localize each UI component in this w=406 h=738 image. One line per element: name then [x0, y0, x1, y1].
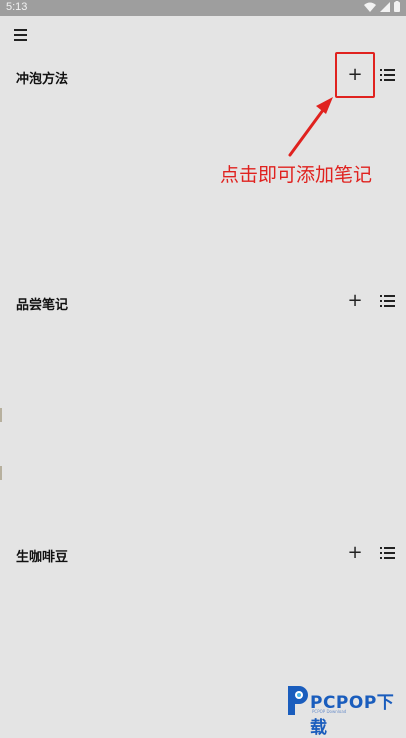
list-icon[interactable] — [380, 295, 396, 307]
edge-mark — [0, 466, 2, 480]
section-title: 品尝笔记 — [16, 298, 69, 313]
annotation-text: 点击即可添加笔记 — [220, 164, 373, 186]
pcpop-logo-icon — [288, 686, 308, 715]
plus-icon[interactable]: + — [345, 290, 365, 312]
section-title: 生咖啡豆 — [16, 550, 69, 565]
watermark-logo: PCPOP下载 PCPOP Download — [282, 683, 406, 738]
list-icon[interactable] — [380, 547, 396, 559]
watermark-subtext: PCPOP Download — [312, 709, 347, 714]
plus-icon[interactable]: + — [345, 542, 365, 564]
edge-mark — [0, 408, 2, 422]
section-tasting-notes: 品尝笔记 + — [0, 288, 406, 318]
section-green-beans: 生咖啡豆 + — [0, 540, 406, 570]
